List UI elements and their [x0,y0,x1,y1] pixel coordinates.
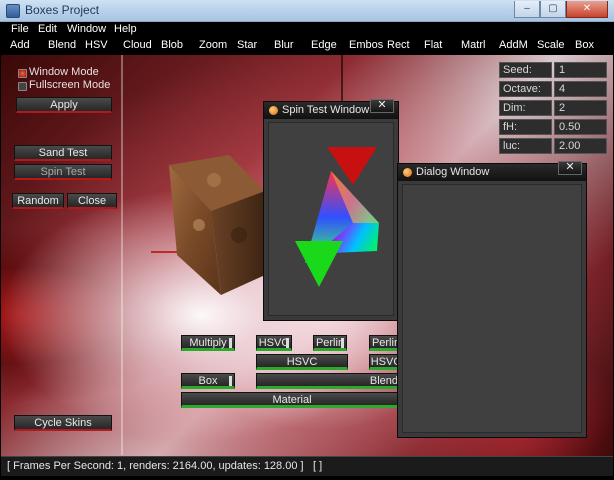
cycle-skins-button[interactable]: Cycle Skins [14,415,112,431]
node-multiply-label: Multiply [189,337,227,349]
color-tetrahedron [295,147,379,287]
node-perlin-label: Perlin [315,337,345,349]
tool-bar: Add Blend HSV Cloud Blob Zoom Star Blur … [1,37,613,55]
spin-test-button[interactable]: Spin Test [14,164,112,180]
node-perlin[interactable]: Perlin [313,335,347,351]
app-icon [6,4,20,18]
tool-matrl[interactable]: Matrl [461,39,485,51]
close-button[interactable]: ✕ [566,1,608,18]
node-hsvc-label: HSVC [258,337,290,349]
window-orb-icon [403,168,412,177]
sand-test-button[interactable]: Sand Test [14,145,112,161]
random-button[interactable]: Random [12,193,64,209]
node-port[interactable] [286,338,289,348]
node-hsvc[interactable]: HSVC [256,335,292,351]
dialog-close-button[interactable]: ✕ [558,161,582,175]
param-dim-field[interactable]: 2 [554,100,607,116]
tool-star[interactable]: Star [237,39,257,51]
param-fh-field[interactable]: 0.50 [554,119,607,135]
param-octave-label: Octave: [499,81,552,97]
window-mode-label: Window Mode [29,66,99,78]
node-box[interactable]: Box [181,373,235,389]
menu-bar: File Edit Window Help [1,22,613,37]
node-hsvc-wide-label: HSVC [286,356,318,368]
window-orb-icon [269,106,278,115]
spin-test-canvas [268,122,394,316]
tool-rect[interactable]: Rect [387,39,410,51]
node-port[interactable] [341,338,344,348]
param-fh-label: fH: [499,119,552,135]
menu-help[interactable]: Help [114,23,137,35]
node-box-label: Box [198,375,218,387]
window-title: Boxes Project [25,3,100,17]
dialog-body [402,184,582,433]
param-dim-label: Dim: [499,100,552,116]
close-panel-button[interactable]: Close [67,193,117,209]
node-port[interactable] [229,376,232,386]
tool-blob[interactable]: Blob [161,39,183,51]
node-port[interactable] [229,338,232,348]
fullscreen-mode-label: Fullscreen Mode [29,79,111,91]
tool-zoom[interactable]: Zoom [199,39,227,51]
node-blend-label: Blend [369,375,398,387]
param-seed-field[interactable]: 1 [554,62,607,78]
param-luc-field[interactable]: 2.00 [554,138,607,154]
apply-button[interactable]: Apply [16,97,112,113]
tool-blur[interactable]: Blur [274,39,294,51]
menu-file[interactable]: File [11,23,29,35]
spin-test-title: Spin Test Window [282,104,370,116]
node-material[interactable]: Material [181,392,403,408]
node-material-label: Material [272,394,312,406]
tool-box[interactable]: Box [575,39,594,51]
title-bar: Boxes Project – ▢ ✕ [0,0,614,22]
tool-addm[interactable]: AddM [499,39,528,51]
menu-window[interactable]: Window [67,23,106,35]
tool-edge[interactable]: Edge [311,39,337,51]
status-bar: [ Frames Per Second: 1, renders: 2164.00… [1,456,613,476]
tool-flat[interactable]: Flat [424,39,442,51]
node-hsvc-wide[interactable]: HSVC [256,354,348,370]
tool-scale[interactable]: Scale [537,39,565,51]
param-seed-label: Seed: [499,62,552,78]
tool-add[interactable]: Add [10,39,30,51]
tool-cloud[interactable]: Cloud [123,39,152,51]
maximize-button[interactable]: ▢ [540,1,566,18]
textured-cube [169,155,265,295]
status-stats: [ Frames Per Second: 1, renders: 2164.00… [7,460,304,472]
node-perlin-2-label: Perlin [371,337,401,349]
spin-test-close-button[interactable]: ✕ [370,99,394,113]
tool-embos[interactable]: Embos [349,39,383,51]
tool-blend[interactable]: Blend [48,39,76,51]
node-multiply[interactable]: Multiply [181,335,235,351]
minimize-button[interactable]: – [514,1,540,18]
status-right-field: [ ] [313,460,323,472]
node-blend[interactable]: Blend [256,373,403,389]
param-luc-label: luc: [499,138,552,154]
tool-hsv[interactable]: HSV [85,39,108,51]
param-octave-field[interactable]: 4 [554,81,607,97]
window-mode-radio[interactable] [18,69,27,78]
background-streak [121,55,123,455]
menu-edit[interactable]: Edit [38,23,57,35]
dialog-title: Dialog Window [416,166,490,178]
dialog-window[interactable]: Dialog Window ✕ [397,161,587,438]
fullscreen-mode-radio[interactable] [18,82,27,91]
spin-test-window[interactable]: Spin Test Window ✕ [263,99,399,321]
